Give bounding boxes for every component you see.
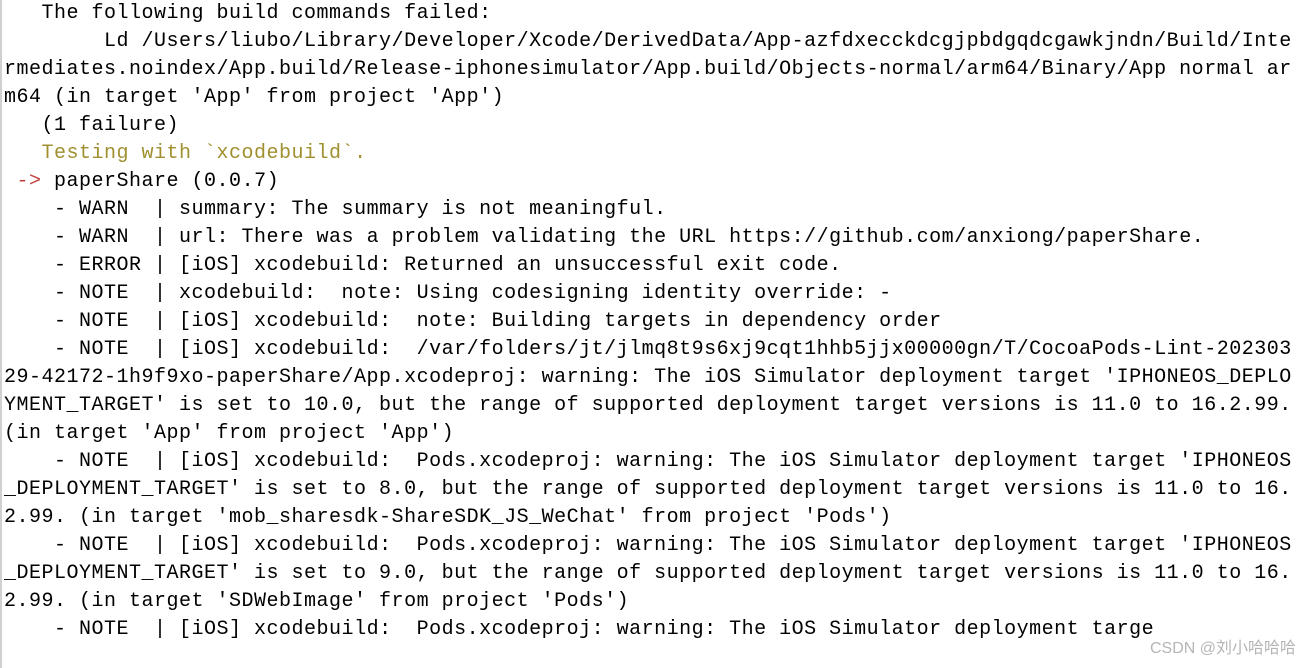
output-line: Ld /Users/liubo/Library/Developer/Xcode/…: [4, 28, 1302, 112]
terminal-output: The following build commands failed: Ld …: [0, 0, 1306, 644]
output-line-note: - NOTE | [iOS] xcodebuild: Pods.xcodepro…: [4, 448, 1302, 532]
output-line-pod: -> paperShare (0.0.7): [4, 168, 1302, 196]
output-line-warn: - WARN | summary: The summary is not mea…: [4, 196, 1302, 224]
arrow-indicator: ->: [4, 170, 42, 193]
window-left-border: [0, 0, 2, 668]
pod-name-version: paperShare (0.0.7): [42, 170, 280, 193]
output-line-testing: Testing with `xcodebuild`.: [4, 140, 1302, 168]
output-line-note: - NOTE | [iOS] xcodebuild: Pods.xcodepro…: [4, 532, 1302, 616]
output-line-note: - NOTE | xcodebuild: note: Using codesig…: [4, 280, 1302, 308]
output-line: (1 failure): [4, 112, 1302, 140]
output-line: The following build commands failed:: [4, 0, 1302, 28]
output-line-warn: - WARN | url: There was a problem valida…: [4, 224, 1302, 252]
output-line-error: - ERROR | [iOS] xcodebuild: Returned an …: [4, 252, 1302, 280]
output-line-note: - NOTE | [iOS] xcodebuild: Pods.xcodepro…: [4, 616, 1302, 644]
output-line-note: - NOTE | [iOS] xcodebuild: /var/folders/…: [4, 336, 1302, 448]
output-line-note: - NOTE | [iOS] xcodebuild: note: Buildin…: [4, 308, 1302, 336]
